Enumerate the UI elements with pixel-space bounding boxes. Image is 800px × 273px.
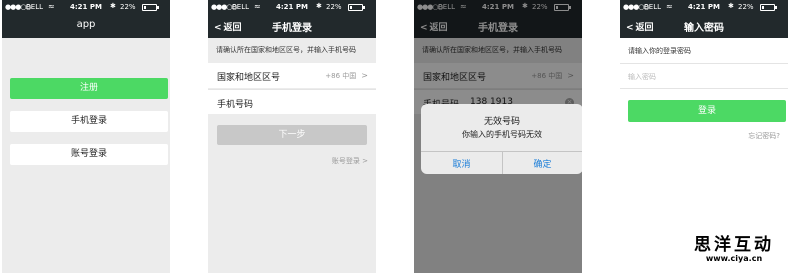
watermark-brand: 思洋互动 — [694, 235, 774, 255]
battery-level — [762, 6, 764, 9]
instruction-text: 请确认所在国家和地区区号，并输入手机号码 — [216, 46, 356, 54]
register-button[interactable]: 注册 — [10, 78, 168, 99]
dialog-message: 你输入的手机号码无效 — [462, 130, 542, 139]
chevron-right-icon: > — [361, 71, 368, 80]
account-login-button[interactable]: 账号登录 — [10, 144, 168, 165]
bluetooth-icon: ✱ — [728, 2, 734, 10]
watermark: 思洋互动 www.ciya.cn — [670, 230, 798, 270]
phone-number-label: 手机号码 — [217, 100, 254, 110]
alert-dialog: 无效号码 你输入的手机号码无效 取消 确定 — [421, 104, 582, 174]
dialog-title: 无效号码 — [483, 117, 520, 127]
confirm-button[interactable]: 确定 — [502, 157, 582, 170]
status-bar: ●●●○○ BELL ≈ 4:21 PM ✱ 22% — [620, 0, 788, 14]
screen-welcome: ●●●○○ BELL ≈ 4:21 PM ✱ 22% app 注册 手机登录 账… — [2, 0, 170, 273]
battery-percent: 22% — [326, 3, 342, 11]
nav-bar: < 返回 手机登录 — [208, 14, 376, 38]
battery-icon — [760, 4, 777, 11]
login-button[interactable]: 登录 — [628, 100, 786, 122]
watermark-url: www.ciya.cn — [705, 254, 763, 263]
battery-percent: 22% — [738, 3, 754, 11]
bluetooth-icon: ✱ — [110, 2, 116, 10]
phone-number-field[interactable]: 手机号码 — [208, 89, 376, 114]
country-code-label: 国家和地区区号 — [217, 73, 281, 83]
account-login-link[interactable]: 账号登录 > — [332, 156, 368, 166]
battery-percent: 22% — [120, 3, 136, 11]
screen-phone-login: ●●●○○ BELL ≈ 4:21 PM ✱ 22% < 返回 手机登录 请确认所… — [208, 0, 376, 273]
status-bar: ●●●○○ BELL ≈ 4:21 PM ✱ 22% — [2, 0, 170, 14]
screen-invalid-number: ●●●○○ BELL ≈ 4:21 PM ✱ 22% < 返回 手机登录 请确认所… — [414, 0, 582, 273]
app-title: app — [76, 19, 96, 30]
password-row — [620, 63, 788, 89]
instruction-text: 请输入你的登录密码 — [628, 47, 691, 55]
page-title: 输入密码 — [684, 23, 724, 34]
battery-level — [350, 6, 352, 9]
cancel-button[interactable]: 取消 — [421, 157, 502, 170]
bluetooth-icon: ✱ — [316, 2, 322, 10]
country-code-value: +86 中国 — [325, 72, 357, 80]
status-bar: ●●●○○ BELL ≈ 4:21 PM ✱ 22% — [208, 0, 376, 14]
next-button[interactable]: 下一步 — [217, 125, 367, 145]
country-code-row[interactable]: 国家和地区区号 +86 中国 > — [208, 63, 376, 88]
battery-level — [144, 6, 146, 9]
nav-bar: app — [2, 14, 170, 38]
page-title: 手机登录 — [272, 23, 312, 34]
forgot-password-link[interactable]: 忘记密码? — [748, 131, 780, 141]
phone-login-button[interactable]: 手机登录 — [10, 111, 168, 132]
battery-icon — [348, 4, 365, 11]
nav-bar: < 返回 输入密码 — [620, 14, 788, 38]
battery-icon — [142, 4, 159, 11]
password-input[interactable] — [628, 69, 778, 84]
